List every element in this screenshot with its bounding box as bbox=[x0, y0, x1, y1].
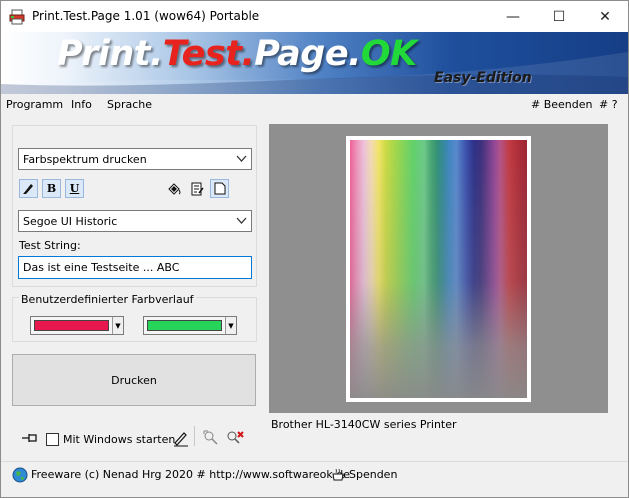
edit-button[interactable] bbox=[172, 429, 190, 450]
color-swatch-1 bbox=[34, 320, 109, 331]
print-color-tool-button[interactable] bbox=[164, 179, 183, 198]
menu-sprache[interactable]: Sprache bbox=[107, 98, 152, 111]
color-spectrum-image bbox=[350, 140, 527, 398]
window-title: Print.Test.Page 1.01 (wow64) Portable bbox=[32, 9, 260, 23]
blank-page-button[interactable] bbox=[210, 179, 229, 198]
gradient-color-1-button[interactable]: ▼ bbox=[30, 316, 124, 335]
toolbar-divider bbox=[194, 426, 195, 446]
start-with-windows-label: Mit Windows starten bbox=[63, 433, 176, 446]
zoom-close-button[interactable] bbox=[225, 429, 245, 450]
test-string-input[interactable]: Das ist eine Testseite ... ABC bbox=[18, 256, 252, 279]
app-window: Print.Test.Page 1.01 (wow64) Portable — … bbox=[0, 0, 629, 498]
bold-button[interactable]: B bbox=[42, 179, 61, 198]
chevron-down-icon bbox=[236, 155, 247, 162]
banner-title-part: Page. bbox=[254, 34, 361, 74]
globe-icon bbox=[12, 467, 28, 483]
title-bar: Print.Test.Page 1.01 (wow64) Portable — … bbox=[1, 1, 628, 32]
print-button[interactable]: Drucken bbox=[12, 354, 256, 406]
dropdown-arrow-icon: ▼ bbox=[225, 317, 236, 334]
zoom-close-icon bbox=[227, 431, 244, 444]
banner-subtitle: Easy-Edition bbox=[434, 70, 532, 86]
preview-page bbox=[346, 136, 531, 402]
minimize-button[interactable]: — bbox=[490, 1, 536, 32]
banner-title-part: OK bbox=[360, 34, 417, 74]
font-select[interactable]: Segoe UI Historic bbox=[18, 210, 252, 232]
menu-bar: Programm Info Sprache # Beenden # ? bbox=[1, 94, 628, 116]
banner-title-part: Print. bbox=[57, 34, 163, 74]
printer-app-icon bbox=[9, 9, 25, 25]
website-link[interactable]: Freeware (c) Nenad Hrg 2020 # http://www… bbox=[31, 468, 350, 481]
gradient-color-2-button[interactable]: ▼ bbox=[143, 316, 237, 335]
pen-edit-icon bbox=[174, 432, 188, 447]
pin-button[interactable] bbox=[21, 432, 39, 447]
zoom-off-button[interactable] bbox=[202, 429, 220, 450]
page-edit-icon bbox=[191, 182, 204, 195]
color-swatch-2 bbox=[147, 320, 222, 331]
menu-beenden[interactable]: # Beenden bbox=[531, 98, 593, 111]
status-bar: Freeware (c) Nenad Hrg 2020 # http://www… bbox=[1, 461, 628, 488]
coffee-cup-icon bbox=[332, 468, 345, 481]
menu-info[interactable]: Info bbox=[71, 98, 92, 111]
banner-title: Print.Test.Page.OK bbox=[57, 32, 417, 76]
close-button[interactable]: ✕ bbox=[582, 1, 628, 32]
dropdown-arrow-icon: ▼ bbox=[112, 317, 123, 334]
app-banner: Print.Test.Page.OK Easy-Edition bbox=[1, 32, 628, 94]
print-preview-area bbox=[269, 124, 608, 413]
pen-icon bbox=[23, 184, 33, 194]
banner-title-part: Test. bbox=[162, 34, 255, 74]
printer-name: Brother HL-3140CW series Printer bbox=[271, 418, 457, 431]
font-select-value: Segoe UI Historic bbox=[23, 214, 118, 228]
menu-programm[interactable]: Programm bbox=[6, 98, 63, 111]
underline-button[interactable]: U bbox=[65, 179, 84, 198]
donate-link[interactable]: Spenden bbox=[349, 468, 397, 481]
page-tool-button[interactable] bbox=[187, 179, 206, 198]
italic-pen-button[interactable] bbox=[19, 179, 38, 198]
gradient-label: Benutzerdefinierter Farbverlauf bbox=[19, 293, 196, 306]
zoom-icon bbox=[203, 430, 218, 445]
chevron-down-icon bbox=[236, 217, 247, 224]
mode-select[interactable]: Farbspektrum drucken bbox=[18, 148, 252, 170]
maximize-button[interactable]: ☐ bbox=[536, 1, 582, 32]
start-with-windows-checkbox[interactable] bbox=[46, 433, 59, 446]
mode-select-value: Farbspektrum drucken bbox=[23, 152, 147, 166]
menu-help[interactable]: # ? bbox=[599, 98, 618, 111]
status-divider bbox=[1, 461, 628, 462]
pin-icon bbox=[22, 434, 37, 442]
blank-page-icon bbox=[214, 182, 225, 195]
paint-bucket-icon bbox=[167, 182, 180, 195]
test-string-label: Test String: bbox=[19, 239, 81, 252]
